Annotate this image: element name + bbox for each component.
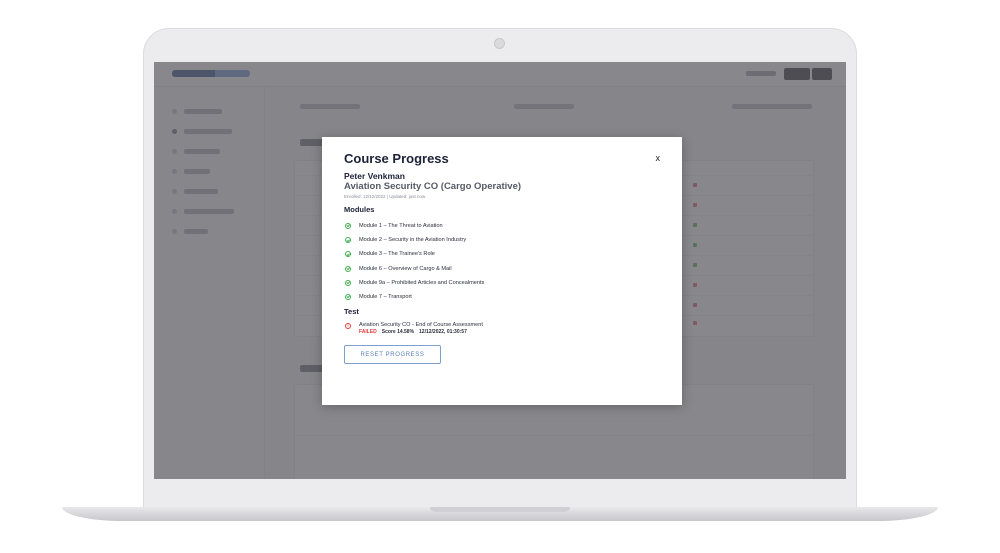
check-circle-icon [345, 251, 351, 258]
test-status-badge: FAILED [359, 329, 377, 336]
test-score: Score 14.58% [381, 329, 415, 336]
student-name: Peter Venkman [344, 171, 405, 181]
modules-heading: Modules [344, 205, 375, 214]
module-label: Module 7 – Transport [359, 294, 412, 301]
module-label: Module 1 – The Threat to Aviation [359, 223, 443, 230]
laptop-base-notch [430, 507, 570, 512]
close-button[interactable]: x [656, 153, 661, 163]
module-list: Module 1 – The Threat to Aviation Module… [344, 219, 660, 304]
module-item: Module 9a – Prohibited Articles and Conc… [344, 276, 660, 290]
check-circle-icon [345, 265, 351, 272]
module-label: Module 9a – Prohibited Articles and Conc… [359, 279, 485, 286]
test-heading: Test [344, 307, 359, 317]
module-label: Module 2 – Security in the Aviation Indu… [359, 237, 467, 244]
alert-circle-icon: ! [345, 322, 351, 329]
module-item: Module 2 – Security in the Aviation Indu… [344, 233, 660, 247]
check-circle-icon [345, 294, 351, 301]
module-label: Module 3 – The Trainee's Role [359, 251, 435, 258]
check-circle-icon [345, 279, 351, 286]
module-item: Module 3 – The Trainee's Role [344, 247, 660, 261]
check-circle-icon [345, 223, 351, 230]
check-circle-icon [345, 237, 351, 244]
module-label: Module 6 – Overview of Cargo & Mail [359, 265, 452, 272]
course-name: Aviation Security CO (Cargo Operative) [344, 181, 522, 192]
module-item: Module 6 – Overview of Cargo & Mail [344, 262, 660, 276]
course-progress-modal: Course Progress x Peter Venkman Aviation… [322, 137, 682, 405]
test-item: ! Aviation Security CO - End of Course A… [344, 322, 660, 336]
enrollment-meta: Enrolled: 12/12/2022 | Updated: just now [344, 194, 426, 199]
module-item: Module 1 – The Threat to Aviation [344, 219, 660, 233]
modal-title: Course Progress [344, 151, 449, 166]
camera-icon [494, 38, 505, 49]
test-label: Aviation Security CO - End of Course Ass… [359, 322, 483, 329]
test-timestamp: 12/12/2022, 01:30:57 [419, 329, 467, 336]
test-result: FAILED Score 14.58% 12/12/2022, 01:30:57 [359, 329, 483, 336]
module-item: Module 7 – Transport [344, 290, 660, 304]
reset-progress-button[interactable]: RESET PROGRESS [344, 345, 441, 365]
